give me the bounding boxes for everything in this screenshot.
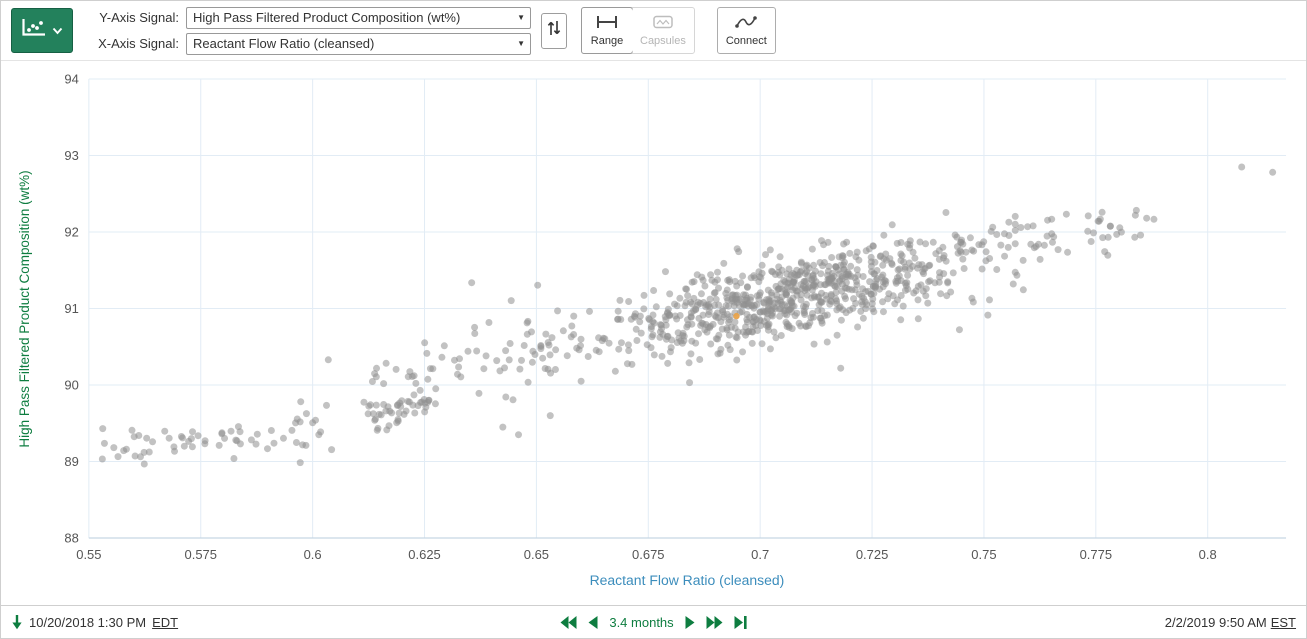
range-button[interactable]: Range [581,7,633,54]
svg-text:90: 90 [64,377,78,392]
y-axis-signal-select[interactable]: High Pass Filtered Product Composition (… [186,7,531,29]
capsules-button[interactable]: Capsules [632,8,694,53]
select-caret-icon: ▼ [517,39,525,48]
scatter-points [99,164,1276,468]
step-forward-full-icon[interactable] [706,616,723,629]
scatter-plot-view: Y-Axis Signal: High Pass Filtered Produc… [0,0,1307,639]
swap-axes-icon [547,19,561,42]
scatter-chart[interactable]: 0.55 0.575 0.6 0.625 0.65 0.675 0.7 0.725 0.75 0.… [1,61,1306,605]
y-axis-title: High Pass Filtered Product Composition (… [17,170,32,447]
svg-text:0.65: 0.65 [524,547,549,562]
gridlines [89,79,1286,538]
select-caret-icon: ▼ [517,13,525,22]
svg-text:91: 91 [64,301,78,316]
x-axis-signal-label: X-Axis Signal: [87,36,179,51]
connect-button-label: Connect [726,35,767,47]
svg-text:0.75: 0.75 [971,547,996,562]
axis-signal-selectors: Y-Axis Signal: High Pass Filtered Produc… [87,7,531,55]
svg-text:89: 89 [64,454,78,469]
view-type-dropdown-button[interactable] [11,8,73,53]
step-back-full-icon[interactable] [560,616,577,629]
svg-text:0.8: 0.8 [1199,547,1217,562]
chevron-down-icon [52,22,63,40]
swap-axes-button[interactable] [541,13,567,49]
x-axis-signal-value: Reactant Flow Ratio (cleansed) [193,36,374,51]
scatter-plot-panel[interactable]: 0.55 0.575 0.6 0.625 0.65 0.675 0.7 0.725 0.75 0.… [1,61,1306,605]
svg-text:0.725: 0.725 [856,547,888,562]
time-range-stepper: 3.4 months [560,615,746,630]
svg-text:88: 88 [64,530,78,545]
svg-text:0.7: 0.7 [751,547,769,562]
y-axis-signal-value: High Pass Filtered Product Composition (… [193,10,460,25]
connect-button[interactable]: Connect [717,7,776,54]
svg-text:0.675: 0.675 [632,547,664,562]
svg-text:94: 94 [64,71,78,86]
range-button-label: Range [591,35,623,47]
toolbar: Y-Axis Signal: High Pass Filtered Produc… [1,1,1306,61]
x-axis-signal-select[interactable]: Reactant Flow Ratio (cleansed) ▼ [186,33,531,55]
svg-text:0.625: 0.625 [408,547,440,562]
range-duration[interactable]: 3.4 months [609,615,673,630]
scatter-plot-icon [21,18,47,43]
range-start-timezone[interactable]: EDT [152,615,178,630]
svg-text:0.55: 0.55 [76,547,101,562]
capsules-icon [653,15,673,32]
capsules-button-label: Capsules [640,35,686,47]
x-axis-title: Reactant Flow Ratio (cleansed) [590,572,785,588]
svg-text:0.6: 0.6 [304,547,322,562]
range-end-time: 2/2/2019 9:50 AM [1165,615,1267,630]
range-end-timezone[interactable]: EST [1271,615,1296,630]
range-icon [596,15,618,32]
svg-text:92: 92 [64,224,78,239]
range-start-time: 10/20/2018 1:30 PM [29,615,146,630]
y-axis-signal-label: Y-Axis Signal: [87,10,179,25]
svg-text:0.575: 0.575 [185,547,217,562]
range-capsules-button-group: Range Capsules [581,7,695,54]
step-to-end-icon[interactable] [734,616,747,629]
step-forward-half-icon[interactable] [685,616,695,629]
time-range-footer: 10/20/2018 1:30 PM EDT 3.4 months [1,605,1306,639]
svg-text:0.775: 0.775 [1080,547,1112,562]
connect-icon [735,15,757,32]
investigate-range-down-arrow-icon [11,615,23,630]
svg-text:93: 93 [64,148,78,163]
step-back-half-icon[interactable] [588,616,598,629]
